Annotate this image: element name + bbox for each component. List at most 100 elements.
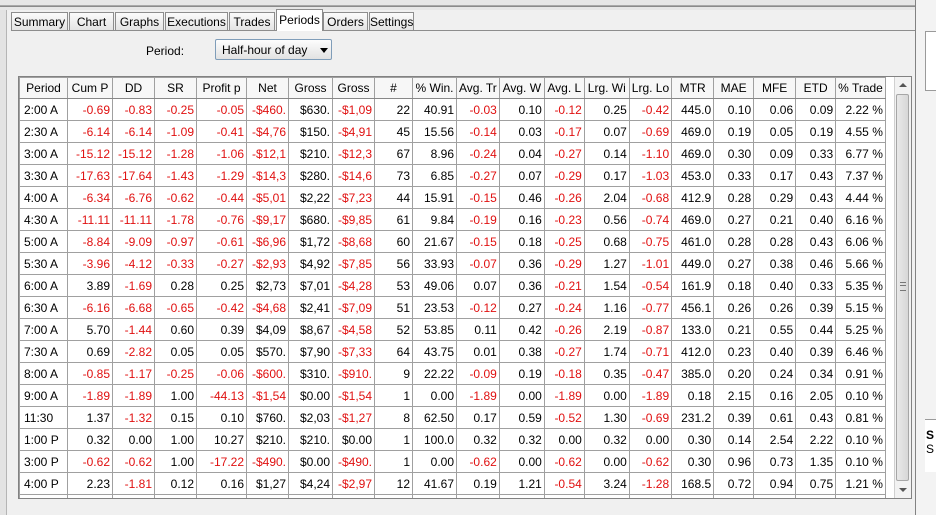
- column-header[interactable]: Net: [246, 77, 289, 99]
- table-row[interactable]: 9:00 A -1.89 -1.89 1.00 -44.13 -$1,54 $0.00 -$1…: [19, 384, 886, 407]
- column-header[interactable]: Period: [19, 77, 68, 99]
- column-header[interactable]: MAE: [713, 77, 755, 99]
- table-row[interactable]: 4:00 P 2.23 -1.81 0.12 0.16 $1,27 $4,24 -$2,97 1…: [19, 472, 886, 495]
- table-cell: 5:30 A: [19, 252, 68, 275]
- column-header[interactable]: Profit p: [196, 77, 247, 99]
- table-row[interactable]: 2:30 A -6.14 -6.14 -1.09 -0.41 -$4,76 $150. -$4…: [19, 120, 886, 143]
- table-cell: $4,92: [288, 252, 333, 275]
- column-header[interactable]: % Win.: [412, 77, 457, 99]
- period-label: Period:: [146, 44, 185, 58]
- table-row[interactable]: 4:00 A -6.34 -6.76 -0.62 -0.44 -$5,01 $2,22 -$7…: [19, 186, 886, 209]
- table-row[interactable]: 3:00 A -15.12 -15.12 -1.28 -1.06 -$12,1 $210. -…: [19, 142, 886, 165]
- scroll-thumb[interactable]: [896, 94, 909, 481]
- table-row[interactable]: 7:30 A 0.69 -2.82 0.05 0.05 $570. $7,90 -$7,33 6…: [19, 340, 886, 363]
- table-row[interactable]: 6:00 A 3.89 -1.69 0.28 0.25 $2,73 $7,01 -$4,28 5…: [19, 274, 886, 297]
- column-header[interactable]: SR: [154, 77, 197, 99]
- tab-orders[interactable]: Orders: [323, 12, 368, 30]
- column-header[interactable]: Lrg. Lo: [628, 77, 673, 99]
- table-cell: $630.: [288, 98, 333, 121]
- table-cell: 0.07: [498, 164, 545, 187]
- table-cell: $2,22: [288, 186, 333, 209]
- table-cell: 0.01: [456, 340, 500, 363]
- column-header[interactable]: Cum P: [67, 77, 113, 99]
- column-header[interactable]: Gross: [332, 77, 375, 99]
- table-cell: 0.10 %: [835, 428, 886, 451]
- table-cell: 56: [374, 252, 413, 275]
- table-cell: 6.16 %: [835, 208, 886, 231]
- table-cell: -1.44: [112, 318, 155, 341]
- table-cell: 0.25: [583, 98, 630, 121]
- scroll-down-icon[interactable]: [895, 482, 911, 498]
- table-cell: -11.11: [112, 208, 155, 231]
- table-row[interactable]: 1:00 P 0.32 0.00 1.00 10.27 $210. $210. $0.00 1 1…: [19, 428, 886, 451]
- table-row[interactable]: 3:30 A -17.63 -17.64 -1.43 -1.29 -$14,3 $280. -…: [19, 164, 886, 187]
- column-header[interactable]: Avg. W: [498, 77, 545, 99]
- table-row[interactable]: 6:30 A -6.16 -6.68 -0.65 -0.42 -$4,68 $2,41 -$7…: [19, 296, 886, 319]
- table-cell: 8: [374, 494, 413, 498]
- table-cell: -0.33: [154, 252, 197, 275]
- column-header[interactable]: #: [374, 77, 413, 99]
- table-cell: -$9,85: [332, 208, 375, 231]
- table-cell: 1.21: [498, 472, 545, 495]
- tab-summary[interactable]: Summary: [11, 12, 68, 30]
- table-row[interactable]: 3:00 P -0.62 -0.62 1.00 -17.22 -$490. $0.00 -$4…: [19, 450, 886, 473]
- table-row[interactable]: 2:00 A -0.69 -0.83 -0.25 -0.05 -$460. $630. -$1…: [19, 98, 886, 121]
- table-cell: 0.18: [498, 230, 545, 253]
- period-dropdown[interactable]: Half-hour of day: [215, 39, 332, 60]
- table-cell: 9: [374, 362, 413, 385]
- vertical-scrollbar[interactable]: [894, 77, 911, 498]
- scroll-up-icon[interactable]: [895, 77, 911, 93]
- column-header[interactable]: Gross: [288, 77, 333, 99]
- column-header[interactable]: Avg. Tr: [456, 77, 500, 99]
- column-header[interactable]: Avg. L: [543, 77, 585, 99]
- table-cell: 7.37 %: [835, 164, 886, 187]
- table-cell: 15.56: [412, 120, 457, 143]
- column-header[interactable]: Lrg. Wi: [583, 77, 630, 99]
- table-cell: 0.75: [795, 472, 837, 495]
- table-cell: 33.93: [412, 252, 457, 275]
- table-row[interactable]: 4:30 A -11.11 -11.11 -1.78 -0.76 -$9,17 $680. -…: [19, 208, 886, 231]
- table-cell: 0.07: [456, 274, 500, 297]
- table-cell: $7,90: [288, 340, 333, 363]
- table-cell: 168.5: [671, 472, 715, 495]
- tab-graphs[interactable]: Graphs: [115, 12, 164, 30]
- table-cell: 0.00: [583, 384, 630, 407]
- table-cell: 0.05: [753, 120, 797, 143]
- table-cell: 6:00 A: [19, 274, 68, 297]
- table-row[interactable]: 5:30 A -3.96 -4.12 -0.33 -0.27 -$2,93 $4,92 -$7…: [19, 252, 886, 275]
- column-header[interactable]: MFE: [753, 77, 797, 99]
- table-cell: -1.78: [154, 208, 197, 231]
- table-cell: 0.25: [196, 274, 247, 297]
- tab-periods[interactable]: Periods: [276, 9, 323, 31]
- periods-table: Period Cum P DD SR Profit p Net Gross Gross #% W…: [19, 77, 886, 498]
- table-cell: 40.91: [412, 98, 457, 121]
- table-cell: -0.21: [543, 274, 585, 297]
- column-header[interactable]: DD: [112, 77, 155, 99]
- tab-chart[interactable]: Chart: [69, 12, 114, 30]
- table-cell: -0.26: [543, 318, 585, 341]
- table-cell: -$1,54: [332, 384, 375, 407]
- table-cell: 0.27: [713, 208, 755, 231]
- table-cell: $0.00: [332, 428, 375, 451]
- table-row[interactable]: 5:30 P-2.30-5.89-0.16-0.23-$1,81$3,43-$5…: [19, 494, 886, 498]
- table-row[interactable]: 5:00 A -8.84 -9.09 -0.97 -0.61 -$6,96 $1,72 -$8…: [19, 230, 886, 253]
- tab-settings[interactable]: Settings: [369, 12, 414, 30]
- table-cell: 0.60: [154, 318, 197, 341]
- table-row[interactable]: 7:00 A 5.70 -1.44 0.60 0.39 $4,09 $8,67 -$4,58 5…: [19, 318, 886, 341]
- table-cell: -1.69: [112, 274, 155, 297]
- column-header[interactable]: MTR: [671, 77, 715, 99]
- table-cell: 0.09: [753, 142, 797, 165]
- table-cell: -0.19: [456, 208, 500, 231]
- column-header[interactable]: % Trade: [835, 77, 886, 99]
- table-cell: 0.26: [713, 296, 755, 319]
- column-header[interactable]: ETD: [795, 77, 837, 99]
- tab-trades[interactable]: Trades: [229, 12, 275, 30]
- tab-executions[interactable]: Executions: [165, 12, 228, 30]
- table-row[interactable]: 11:30 1.37 -1.32 0.15 0.10 $760. $2,03 -$1,27 8 6…: [19, 406, 886, 429]
- chevron-down-icon[interactable]: [320, 48, 328, 53]
- table-cell: -$1,09: [332, 98, 375, 121]
- table-row[interactable]: 8:00 A -0.85 -1.17 -0.25 -0.06 -$600. $310. -$9…: [19, 362, 886, 385]
- table-cell: 3.89: [67, 274, 113, 297]
- table-cell: 0.96: [713, 450, 755, 473]
- table-cell: 0.16: [498, 208, 545, 231]
